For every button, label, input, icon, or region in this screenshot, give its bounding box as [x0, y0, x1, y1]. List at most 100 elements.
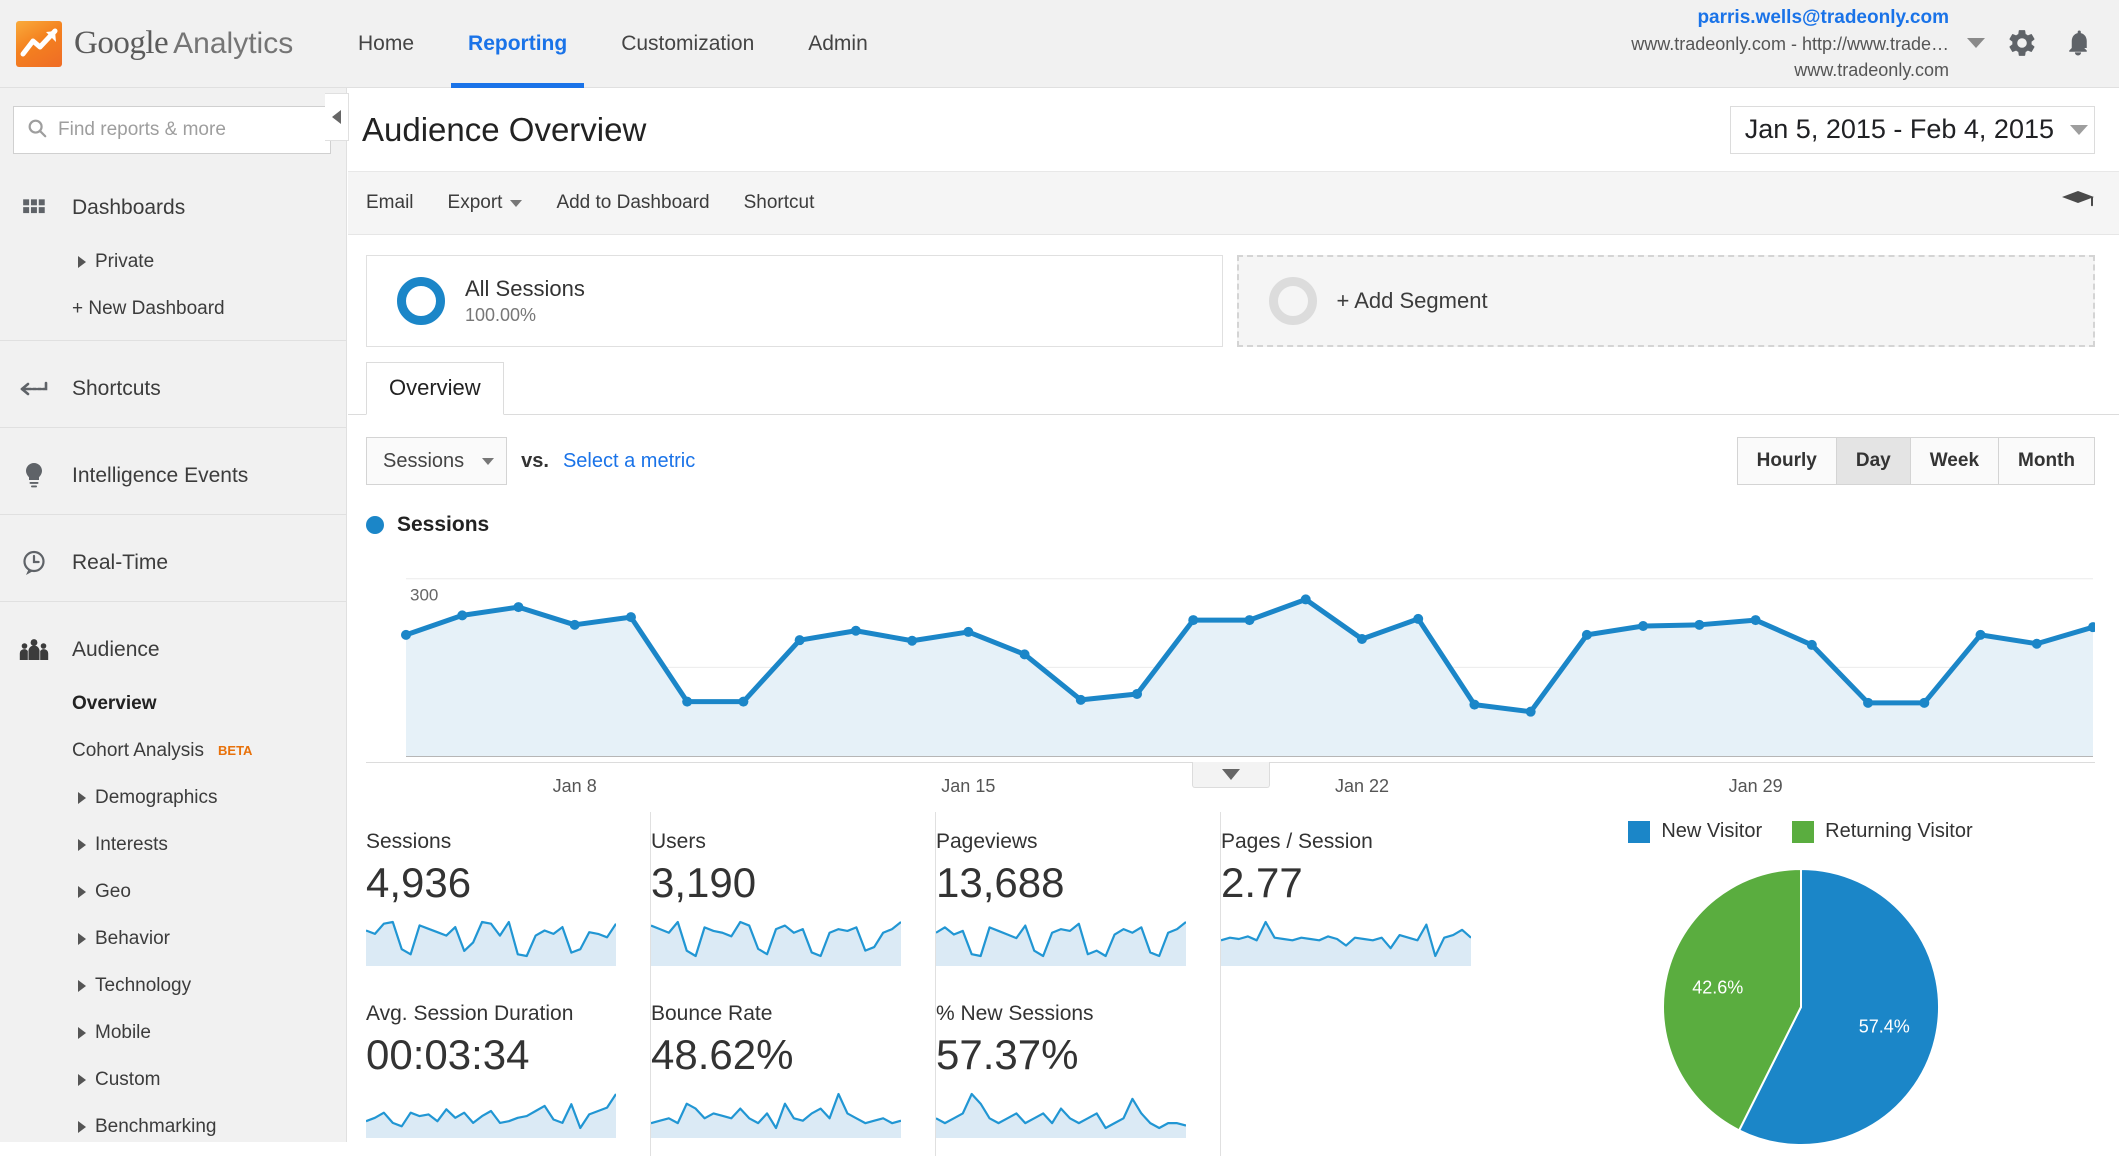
date-range-picker[interactable]: Jan 5, 2015 - Feb 4, 2015 [1729, 105, 2095, 154]
sidebar-label-dashboards: Dashboards [72, 196, 186, 219]
granularity-day[interactable]: Day [1836, 438, 1911, 484]
granularity-week[interactable]: Week [1910, 438, 2000, 484]
donut-outline-icon [1268, 277, 1317, 325]
kpi-label: Pages / Session [1221, 830, 1373, 853]
sidebar-item-intelligence-events[interactable]: Intelligence Events [0, 446, 346, 506]
account-view: www.tradeonly.com [1794, 60, 1949, 81]
kpi-row-1: Sessions 4,936 Users 3,190 Pageviews 13,… [366, 812, 1506, 985]
kpi-pageviews[interactable]: Pageviews 13,688 [936, 812, 1221, 985]
brand-google-text: Google [74, 25, 169, 61]
kpi-value: 00:03:34 [366, 1031, 530, 1079]
sessions-timeseries-chart[interactable]: 150300 [366, 547, 2095, 762]
search-icon [26, 117, 48, 144]
clock-icon [18, 549, 50, 577]
sidebar-item-technology[interactable]: Technology [0, 962, 346, 1009]
svg-text:57.4%: 57.4% [1858, 1017, 1909, 1037]
chevron-right-icon [78, 932, 86, 945]
bell-icon[interactable] [2059, 24, 2097, 62]
sidebar-item-audience[interactable]: Audience [0, 620, 346, 680]
sidebar-group-real-time: Real-Time [0, 533, 346, 593]
add-to-dashboard-button[interactable]: Add to Dashboard [556, 192, 709, 214]
add-to-dashboard-label: Add to Dashboard [556, 192, 710, 213]
nav-reporting[interactable]: Reporting [441, 0, 594, 88]
grid-icon [18, 195, 50, 221]
summary-section: Sessions 4,936 Users 3,190 Pageviews 13,… [348, 808, 2119, 1156]
sidebar-label-mobile: Mobile [95, 1021, 151, 1043]
segment-all-sessions[interactable]: All Sessions 100.00% [366, 255, 1223, 347]
donut-icon [397, 277, 445, 325]
chart-expand-handle[interactable] [1191, 762, 1270, 788]
segment-name: All Sessions [465, 276, 585, 301]
sidebar-item-dashboards[interactable]: Dashboards [0, 178, 346, 238]
export-button[interactable]: Export [448, 192, 523, 214]
legend-returning-visitor[interactable]: Returning Visitor [1792, 820, 1973, 843]
legend-swatch [1792, 820, 1815, 843]
sidebar-item-private[interactable]: Private [0, 238, 346, 285]
nav-home[interactable]: Home [331, 0, 441, 88]
kpi-new-sessions[interactable]: % New Sessions 57.37% [936, 984, 1221, 1156]
sidebar-item-cohort-analysis[interactable]: Cohort Analysis BETA [0, 727, 346, 774]
chevron-right-icon [78, 885, 86, 898]
sparkline-avg-session-duration [366, 1093, 616, 1139]
chevron-down-icon[interactable] [1967, 38, 1985, 49]
sidebar-item-interests[interactable]: Interests [0, 821, 346, 868]
account-email[interactable]: parris.wells@tradeonly.com [1631, 4, 1949, 32]
sidebar-label-intelligence-events: Intelligence Events [72, 464, 249, 487]
kpi-pages-per-session[interactable]: Pages / Session 2.77 [1221, 812, 1506, 984]
sidebar-item-geo[interactable]: Geo [0, 868, 346, 915]
nav-admin[interactable]: Admin [781, 0, 895, 88]
sparkline-pages-per-session [1221, 921, 1471, 967]
granularity-toggle-group: Hourly Day Week Month [1736, 437, 2095, 485]
sidebar-item-shortcuts[interactable]: Shortcuts [0, 359, 346, 419]
add-segment-button[interactable]: + Add Segment [1236, 255, 2095, 347]
legend-new-visitor[interactable]: New Visitor [1628, 820, 1762, 843]
kpi-value: 2.77 [1221, 859, 1303, 906]
shortcut-button[interactable]: Shortcut [744, 192, 815, 214]
kpi-empty-slot [1221, 984, 1506, 1156]
tab-overview[interactable]: Overview [366, 362, 504, 415]
select-a-metric-link[interactable]: Select a metric [563, 450, 695, 473]
primary-metric-value: Sessions [383, 449, 465, 472]
analytics-logo-icon [16, 20, 62, 67]
sidebar-label-real-time: Real-Time [72, 551, 169, 574]
lightbulb-icon [18, 462, 50, 490]
sparkline-new-sessions [936, 1093, 1186, 1139]
account-selector[interactable]: parris.wells@tradeonly.com www.tradeonly… [1631, 4, 2119, 84]
primary-metric-select[interactable]: Sessions [366, 437, 508, 485]
sidebar-item-real-time[interactable]: Real-Time [0, 533, 346, 593]
sidebar-item-new-dashboard[interactable]: + New Dashboard [0, 285, 346, 332]
new-vs-returning-pie-chart[interactable]: 57.4% 42.6% [1661, 867, 1941, 1147]
kpi-avg-session-duration[interactable]: Avg. Session Duration 00:03:34 [366, 984, 651, 1156]
sidebar-item-behavior[interactable]: Behavior [0, 915, 346, 962]
chevron-right-icon [78, 838, 86, 851]
granularity-hourly[interactable]: Hourly [1737, 438, 1837, 484]
series-name: Sessions [397, 513, 490, 536]
gear-icon[interactable] [2003, 24, 2041, 62]
account-property: www.tradeonly.com - http://www.trade… [1631, 34, 1949, 55]
svg-text:Jan 22: Jan 22 [1335, 776, 1389, 796]
sidebar-collapse-button[interactable] [325, 93, 349, 141]
kpi-bounce-rate[interactable]: Bounce Rate 48.62% [651, 984, 936, 1156]
kpi-sessions[interactable]: Sessions 4,936 [366, 812, 651, 985]
sidebar-label-custom: Custom [95, 1068, 161, 1090]
sidebar-item-custom[interactable]: Custom [0, 1056, 346, 1103]
sidebar-label-technology: Technology [95, 974, 192, 996]
graduation-cap-icon[interactable] [2061, 188, 2095, 219]
segment-percent: 100.00% [465, 305, 537, 325]
email-button[interactable]: Email [366, 192, 414, 214]
segment-bar: All Sessions 100.00% + Add Segment [348, 235, 2119, 347]
sidebar-item-benchmarking[interactable]: Benchmarking [0, 1103, 346, 1142]
sidebar-item-demographics[interactable]: Demographics [0, 774, 346, 821]
chevron-right-icon [78, 255, 86, 268]
sidebar-item-mobile[interactable]: Mobile [0, 1009, 346, 1056]
kpi-users[interactable]: Users 3,190 [651, 812, 936, 985]
chevron-down-icon [1221, 769, 1240, 780]
granularity-month[interactable]: Month [1999, 438, 2094, 484]
nav-customization[interactable]: Customization [594, 0, 781, 88]
new-vs-returning-panel: New Visitor Returning Visitor 57.4% 42.6% [1506, 812, 2095, 1156]
search-reports-box[interactable] [13, 106, 331, 154]
top-bar: Google Analytics Home Reporting Customiza… [0, 0, 2119, 88]
search-input[interactable] [58, 119, 318, 141]
sidebar-item-audience-overview[interactable]: Overview [0, 680, 346, 727]
svg-text:300: 300 [410, 586, 438, 605]
